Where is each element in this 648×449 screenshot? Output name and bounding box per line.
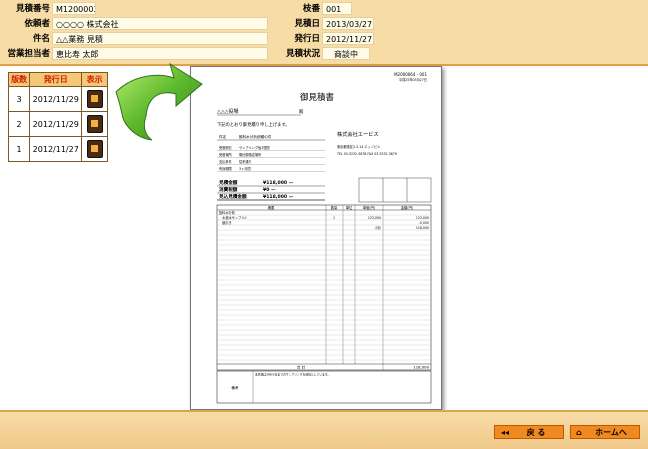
revision-table: 版数 発行日 表示 3 2012/11/29 2 2012/11/29 1 20…	[7, 72, 108, 162]
doc-company: 株式会社エービス	[337, 130, 379, 138]
col-version: 版数	[7, 72, 31, 87]
doc-total-label: 見込見積金額	[218, 193, 247, 200]
doc-remarks-note: 本見積はX月XX日までのサンプリングを前提としています。	[255, 373, 330, 377]
branch-field[interactable]: 001	[322, 2, 352, 15]
doc-col-unit: 単位	[346, 205, 353, 210]
doc-remarks-label: 備考	[231, 385, 239, 390]
doc-number: M2000064 - 001	[394, 72, 427, 77]
issue-date-label: 発行日	[294, 34, 320, 44]
doc-detail-label: 受渡期日	[219, 145, 232, 150]
doc-item-amount: 123,000	[416, 216, 429, 220]
estimate-date-label: 見積日	[294, 19, 320, 29]
doc-subject-label: 件名	[219, 134, 227, 139]
status-field[interactable]: 商談中	[322, 47, 370, 60]
doc-col-desc: 摘要	[268, 205, 275, 210]
estimate-date-field[interactable]: 2013/03/27	[322, 17, 374, 30]
client-label: 依頼者	[24, 19, 50, 29]
doc-honorific: 殿	[299, 109, 304, 115]
revision-view-cell	[81, 111, 108, 137]
doc-item-amount: -5,000	[419, 221, 429, 225]
doc-grand-total-label: 合 計	[297, 365, 306, 370]
double-left-arrow-icon: ◂◂	[501, 428, 510, 437]
doc-item-desc: 飲料水分析	[219, 210, 236, 215]
doc-item-qty: 1	[333, 216, 335, 220]
doc-detail-value: 3ヶ月間	[239, 166, 251, 171]
doc-detail-label: 有効期限	[219, 166, 233, 171]
client-field[interactable]: ○○○○ 株式会社	[52, 17, 268, 30]
revision-version: 3	[7, 86, 31, 112]
estimate-document-svg: M2000064 - 001 平成25年03月27日 御見積書 △△△役場 殿 …	[216, 72, 432, 404]
back-button[interactable]: ◂◂ 戻 る	[494, 425, 564, 439]
revision-view-cell	[81, 86, 108, 112]
doc-addressee: △△△役場	[217, 108, 239, 115]
revision-view-cell	[81, 136, 108, 162]
revision-row: 1 2012/11/27	[7, 136, 108, 162]
doc-detail-label: 支払条件	[219, 159, 233, 164]
subject-label: 件名	[32, 34, 50, 44]
revision-header-row: 版数 発行日 表示	[7, 72, 108, 87]
sales-label: 営業担当者	[7, 49, 50, 59]
estimate-header: 見積番号 M12000035 依頼者 ○○○○ 株式会社 件名 △△業務 見積 …	[0, 0, 648, 66]
issue-date-field[interactable]: 2012/11/27	[322, 32, 374, 45]
doc-title: 御見積書	[300, 92, 335, 103]
estimate-no-field[interactable]: M12000035	[52, 2, 96, 15]
doc-total-value: ¥0 —	[263, 187, 276, 193]
document-view-icon[interactable]	[86, 115, 103, 133]
doc-address: 東京都港区3-3-14 エッソビル	[337, 144, 381, 149]
revision-row: 2 2012/11/29	[7, 111, 108, 137]
doc-detail-label: 受渡場所	[219, 152, 233, 157]
doc-intro: 下記のとおり御見積り申し上げます。	[217, 121, 290, 128]
document-view-icon[interactable]	[86, 140, 103, 158]
doc-items-table: 摘要 数量 単位 単価(円) 金額(円) 飲料水分析 水道水サンプル① 1 12…	[216, 204, 432, 371]
curved-green-arrow-icon	[115, 62, 203, 141]
branch-label: 枝番	[302, 4, 320, 14]
status-label: 見積状況	[285, 49, 320, 59]
doc-item-desc: 値引き	[219, 220, 232, 225]
col-view: 表示	[81, 72, 108, 87]
doc-item-price: 123,000	[368, 216, 381, 220]
revision-version: 1	[7, 136, 31, 162]
doc-detail-value: 従来通り	[239, 159, 252, 164]
home-button[interactable]: ⌂ ホームへ	[570, 425, 640, 439]
doc-stamp-box	[358, 177, 432, 203]
home-icon: ⌂	[576, 428, 582, 437]
doc-total-label: 見積金額	[218, 179, 238, 186]
doc-item-desc: 水道水サンプル①	[219, 215, 247, 220]
document-view-icon[interactable]	[86, 90, 103, 108]
doc-item-amount: 118,000	[416, 226, 429, 230]
doc-col-amount: 金額(円)	[401, 205, 413, 210]
doc-subject: 飲料水分析依頼の件	[239, 134, 272, 139]
revision-row: 3 2012/11/29	[7, 86, 108, 112]
doc-col-price: 単価(円)	[363, 205, 375, 210]
revision-date: 2012/11/29	[29, 86, 83, 112]
home-button-label: ホームへ	[595, 428, 627, 437]
col-date: 発行日	[29, 72, 83, 87]
doc-col-qty: 数量	[331, 205, 338, 210]
doc-grand-total-value: 118,000	[413, 365, 429, 370]
subject-field[interactable]: △△業務 見積	[52, 32, 268, 45]
doc-date: 平成25年03月27日	[399, 77, 427, 82]
doc-detail-value: サンプリング後3週間	[239, 145, 270, 150]
doc-item-subtotal-label: 小計	[375, 225, 382, 230]
estimate-no-label: 見積番号	[15, 4, 50, 14]
doc-total-value: ¥118,000 —	[263, 194, 294, 200]
doc-total-value: ¥118,000 —	[263, 180, 294, 186]
revision-date: 2012/11/29	[29, 111, 83, 137]
doc-tel: TEL 03-5232-3678 FAX 03-5232-3679	[336, 152, 397, 156]
revision-date: 2012/11/27	[29, 136, 83, 162]
estimate-document-preview: M2000064 - 001 平成25年03月27日 御見積書 △△△役場 殿 …	[190, 66, 442, 410]
doc-detail-value: 御社御指定場所	[239, 152, 262, 157]
back-button-label: 戻 る	[526, 428, 546, 437]
revision-version: 2	[7, 111, 31, 137]
doc-total-label: 消費税額	[219, 186, 238, 193]
